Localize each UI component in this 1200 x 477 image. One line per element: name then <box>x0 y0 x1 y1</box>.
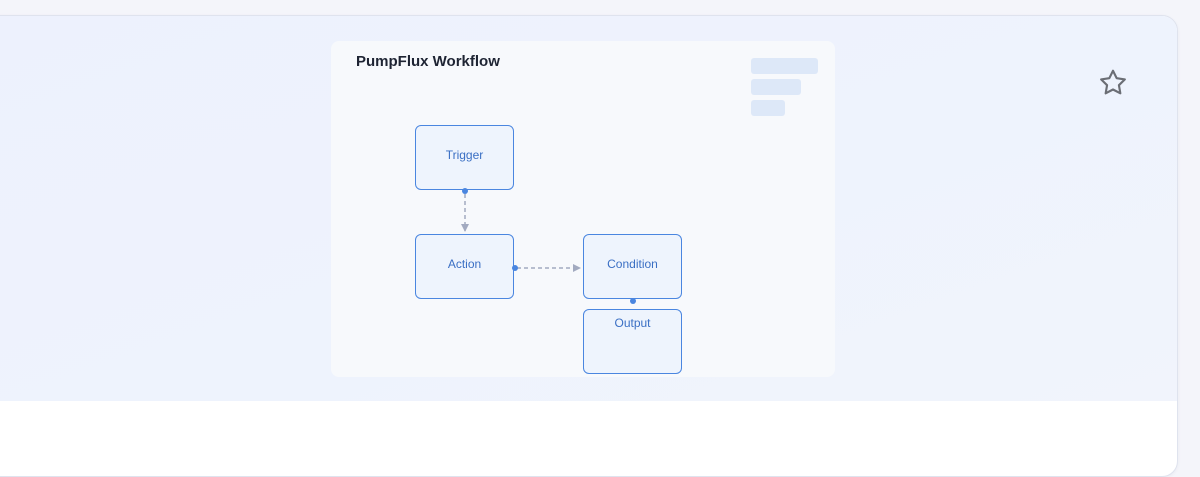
node-label: Trigger <box>445 148 484 162</box>
star-outline-icon <box>1100 69 1126 95</box>
node-action[interactable]: Action <box>415 234 514 299</box>
connector-port[interactable] <box>462 188 468 194</box>
node-label: Condition <box>607 257 658 271</box>
node-label: Output <box>614 316 651 330</box>
connector-port[interactable] <box>630 298 636 304</box>
node-condition[interactable]: Condition <box>583 234 682 299</box>
connector-port[interactable] <box>512 265 518 271</box>
node-label: Action <box>447 257 482 271</box>
node-trigger[interactable]: Trigger <box>415 125 514 190</box>
node-output[interactable]: Output <box>583 309 682 374</box>
card-hero: PumpFlux Workflow Trigger Action Conditi… <box>0 16 1177 401</box>
workflow-card: PumpFlux Workflow Trigger Action Conditi… <box>0 15 1178 477</box>
favorite-button[interactable] <box>1096 66 1130 100</box>
workflow-preview: PumpFlux Workflow Trigger Action Conditi… <box>331 41 835 377</box>
